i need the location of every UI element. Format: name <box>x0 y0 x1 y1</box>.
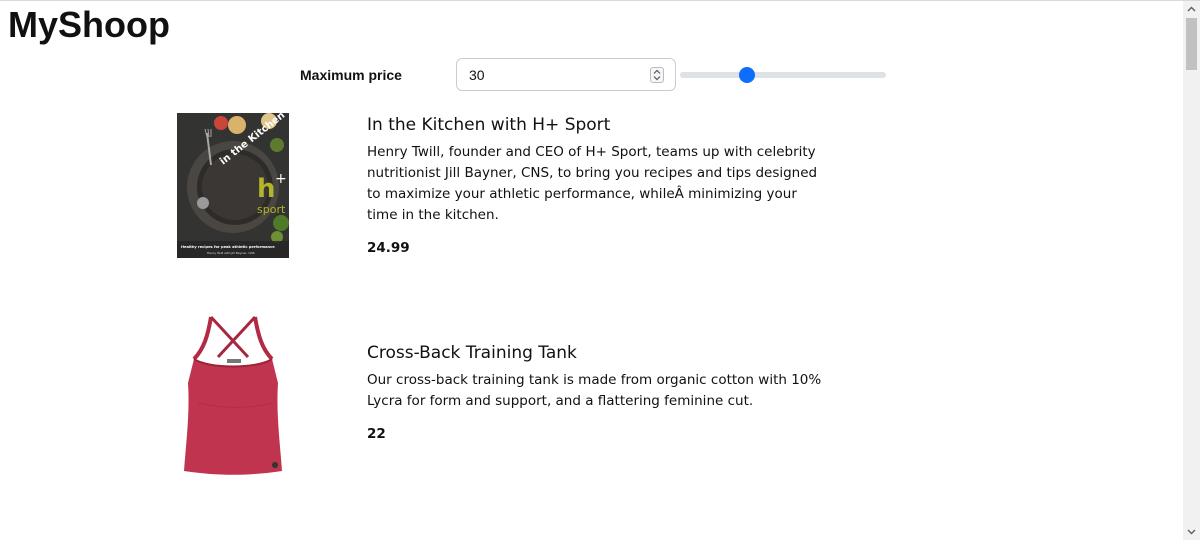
number-spinner[interactable] <box>650 67 664 83</box>
max-price-value: 30 <box>469 67 485 83</box>
product-card: in the Kitchen with h + sport Healthy re… <box>0 113 1180 273</box>
max-price-slider[interactable] <box>680 67 886 83</box>
cover-byline: Henry Twill with Jill Bayner, CNS <box>207 251 255 255</box>
scroll-down-arrow[interactable] <box>1183 523 1200 540</box>
max-price-label: Maximum price <box>300 67 402 83</box>
scroll-thumb[interactable] <box>1186 18 1197 70</box>
product-info: In the Kitchen with H+ Sport Henry Twill… <box>367 113 827 256</box>
product-image-cookbook: in the Kitchen with h + sport Healthy re… <box>177 113 289 258</box>
product-name: Cross-Back Training Tank <box>367 343 577 363</box>
chevron-up-icon <box>1187 6 1196 12</box>
scroll-up-arrow[interactable] <box>1183 1 1200 18</box>
vertical-scrollbar[interactable] <box>1183 1 1200 540</box>
chevron-down-icon <box>1187 529 1196 535</box>
spinner-arrows-icon <box>653 69 661 81</box>
product-name: In the Kitchen with H+ Sport <box>367 115 611 135</box>
slider-track[interactable] <box>680 72 886 78</box>
tank-top-image <box>184 315 282 475</box>
max-price-input[interactable]: 30 <box>456 58 676 91</box>
product-price: 24.99 <box>367 240 410 256</box>
product-price: 22 <box>367 426 386 442</box>
product-card: Cross-Back Training Tank Our cross-back … <box>0 309 1180 489</box>
cover-tagline: Healthy recipes for peak athletic perfor… <box>181 245 275 249</box>
cover-logo-word: sport <box>257 203 286 216</box>
cover-logo-plus: + <box>275 171 287 187</box>
slider-thumb[interactable] <box>738 67 755 83</box>
brand-title: MyShoop <box>8 4 170 45</box>
product-description: Henry Twill, founder and CEO of H+ Sport… <box>367 144 818 223</box>
product-info: Cross-Back Training Tank Our cross-back … <box>367 341 827 442</box>
cover-logo-mark: h <box>257 174 276 204</box>
price-filter: Maximum price 30 <box>0 57 1180 93</box>
product-description: Our cross-back training tank is made fro… <box>367 372 822 409</box>
